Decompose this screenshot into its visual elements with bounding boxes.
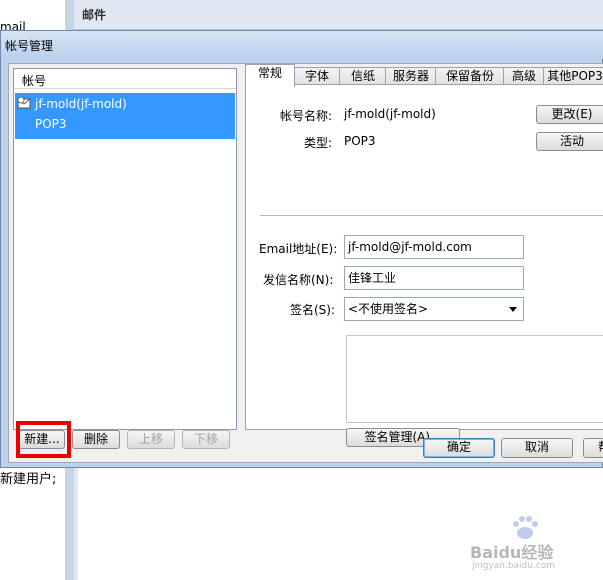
cancel-button[interactable]: 取消 [501, 438, 573, 458]
account-list-header-label: 帐号 [22, 74, 47, 88]
move-up-button[interactable]: 上移 [127, 430, 175, 449]
background-mail-header: 邮件 [74, 0, 603, 30]
sender-name-label: 发信名称(N): [263, 273, 334, 287]
tab-general[interactable]: 常规 [245, 64, 295, 87]
ok-button[interactable]: 确定 [423, 438, 495, 458]
settings-tab-strip: 常规 字体 信纸 服务器 保留备份 高级 其他POP3 [245, 64, 603, 87]
account-name: jf-mold(jf-mold) [35, 97, 127, 111]
dialog-title: 帐号管理 [5, 39, 54, 53]
mail-header-label: 邮件 [82, 8, 107, 22]
signature-select[interactable]: <不使用签名> [344, 297, 524, 321]
chevron-down-icon [509, 307, 517, 312]
account-list-header: 帐号 [14, 69, 236, 89]
type-label: 类型: [304, 136, 333, 150]
account-icon [17, 96, 31, 109]
account-type: POP3 [35, 117, 67, 131]
signature-selected-value: <不使用签名> [348, 302, 429, 316]
general-settings-panel: 帐号名称: jf-mold(jf-mold) 更改(E) 类型: POP3 活动… [245, 84, 603, 447]
activate-button[interactable]: 活动 [536, 132, 603, 151]
background-new-user-text: 新建用户; [0, 472, 57, 487]
account-management-dialog: 帐号管理 帐号 jf-mold(jf-mold) POP3 新建... 删除 上… [0, 30, 603, 468]
account-name-label: 帐号名称: [280, 109, 333, 123]
watermark-text: Baidu经验 [470, 543, 554, 562]
account-name-value: jf-mold(jf-mold) [344, 107, 436, 121]
watermark-subtext: jingyan.baidu.com [472, 561, 556, 571]
email-address-field[interactable]: jf-mold@jf-mold.com [344, 235, 524, 259]
signature-label: 签名(S): [290, 303, 336, 317]
email-address-label: Email地址(E): [259, 242, 338, 256]
highlight-annotation-box [16, 421, 71, 458]
move-down-button[interactable]: 下移 [182, 430, 230, 449]
signature-preview-area [346, 335, 603, 423]
dialog-client-area: 帐号 jf-mold(jf-mold) POP3 新建... 删除 上移 下移 … [8, 63, 603, 463]
help-button[interactable]: 帮 [583, 438, 603, 458]
paw-icon [513, 516, 538, 539]
type-value: POP3 [344, 134, 376, 148]
baidu-watermark: Baidu经验 jingyan.baidu.com [470, 515, 590, 575]
account-list-item[interactable]: jf-mold(jf-mold) POP3 [15, 93, 235, 139]
dialog-title-bar[interactable]: 帐号管理 [1, 31, 603, 59]
section-divider [260, 215, 603, 216]
account-list[interactable]: 帐号 jf-mold(jf-mold) POP3 [13, 68, 237, 430]
sender-name-field[interactable]: 佳锋工业 [344, 266, 524, 290]
change-account-name-button[interactable]: 更改(E) [536, 105, 603, 124]
delete-account-button[interactable]: 删除 [72, 430, 120, 449]
